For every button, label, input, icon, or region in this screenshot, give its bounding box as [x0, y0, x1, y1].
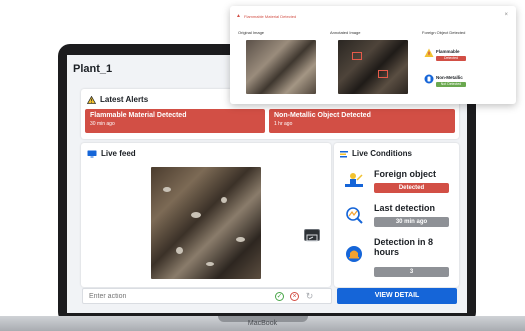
bottle-icon [424, 74, 434, 84]
original-image[interactable] [246, 40, 316, 94]
cancel-icon[interactable]: × [290, 292, 299, 301]
list-icon [340, 150, 348, 157]
warning-icon: ▲ [236, 13, 241, 19]
refresh-icon[interactable]: ↻ [305, 292, 314, 301]
object-status: Not Detected [440, 82, 462, 86]
detection-popup: ▲ Flammable Material Detected × Original… [230, 6, 516, 104]
latest-alerts-header: Latest Alerts [87, 95, 148, 104]
live-feed-title: Live feed [101, 149, 136, 158]
live-feed-video[interactable] [151, 167, 261, 279]
latest-alerts-title: Latest Alerts [100, 95, 149, 104]
annotated-image-title: Annotated Image [330, 30, 361, 35]
annotated-image[interactable] [338, 40, 408, 94]
object-status-badge: Not Detected [436, 82, 466, 87]
object-status-badge: Detected [436, 56, 466, 61]
condition-value-badge: Detected [374, 183, 449, 193]
alert-title: Flammable Material Detected [90, 112, 187, 119]
condition-value-badge: 3 [374, 267, 449, 277]
alert-item[interactable]: Non-Metallic Object Detected 1 hr ago [269, 109, 455, 133]
monitor-icon [87, 150, 97, 157]
live-feed-card: Live feed [81, 143, 331, 287]
close-icon[interactable]: × [504, 12, 508, 18]
live-conditions-header: Live Conditions [340, 149, 412, 158]
condition-row: Last detection 30 min ago [338, 203, 455, 233]
condition-row: Detection in 8 hours 3 [338, 235, 455, 283]
magnifier-graph-icon [346, 207, 363, 224]
action-bar: ✓ × ↻ [82, 288, 332, 304]
condition-row: Foreign object Detected [338, 167, 455, 199]
condition-label: Last detection [374, 203, 436, 213]
foreign-object-title: Foreign Object Detected [422, 30, 466, 35]
alert-title: Non-Metallic Object Detected [274, 112, 371, 119]
popup-title: Flammable Material Detected [244, 14, 297, 19]
laptop-brand: MacBook [247, 320, 278, 327]
condition-label: Foreign object [374, 169, 437, 179]
warning-icon [87, 95, 96, 104]
confirm-icon[interactable]: ✓ [275, 292, 284, 301]
alarm-bell-icon [346, 246, 362, 262]
alert-item[interactable]: Flammable Material Detected 30 min ago [85, 109, 265, 133]
detection-box [352, 52, 362, 60]
condition-label: Detection in 8 hours [374, 237, 434, 257]
condition-value-badge: 30 min ago [374, 217, 449, 227]
original-image-title: Original Image [238, 30, 265, 35]
object-name: Non-Metallic [436, 75, 463, 80]
live-feed-header: Live feed [87, 149, 136, 158]
worker-excavator-icon [345, 173, 363, 187]
fullscreen-icon[interactable] [304, 229, 320, 242]
page-title: Plant_1 [73, 63, 113, 75]
alert-time: 30 min ago [90, 121, 115, 127]
object-name: Flammable [436, 49, 460, 54]
flame-warning-icon [424, 48, 434, 57]
object-status: Detected [443, 56, 458, 60]
condition-value: Detected [398, 185, 425, 191]
detection-box [378, 70, 388, 78]
live-conditions-title: Live Conditions [352, 149, 412, 158]
action-input[interactable] [89, 291, 269, 302]
alert-time: 1 hr ago [274, 121, 293, 127]
condition-value: 3 [409, 269, 414, 275]
live-conditions-card: Live Conditions Foreign object Detected … [334, 143, 459, 287]
view-detail-button[interactable]: VIEW DETAIL [337, 288, 457, 304]
condition-value: 30 min ago [395, 219, 428, 225]
